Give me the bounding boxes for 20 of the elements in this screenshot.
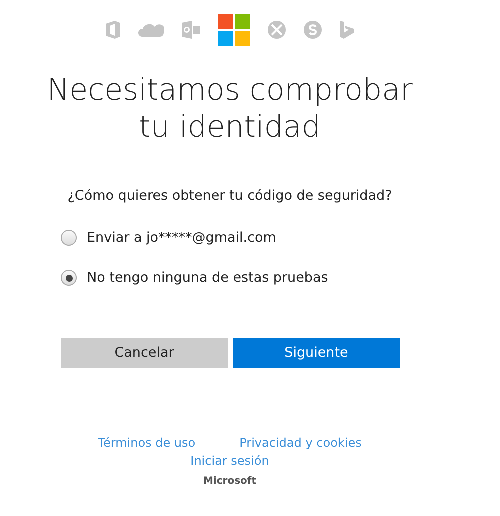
next-button[interactable]: Siguiente — [233, 338, 400, 368]
b-shape-icon — [340, 21, 354, 39]
option-label[interactable]: Enviar a jo*****@gmail.com — [87, 230, 276, 246]
windows-logo-icon — [218, 14, 250, 46]
sign-in-link[interactable]: Iniciar sesión — [190, 454, 270, 468]
s-circle-icon — [304, 21, 322, 39]
mail-icon — [182, 21, 200, 39]
page-title: Necesitamos comprobar — [47, 72, 413, 109]
radio-button[interactable] — [61, 230, 77, 246]
door-icon — [106, 21, 120, 39]
cancel-button[interactable]: Cancelar — [61, 338, 228, 368]
question-text: ¿Cómo quieres obtener tu código de seguridad? — [68, 188, 392, 204]
footer-link[interactable]: Términos de uso — [98, 436, 196, 450]
option-label[interactable]: No tengo ninguna de estas pruebas — [87, 270, 328, 286]
page-title: tu identidad — [138, 109, 322, 146]
circle-x-icon — [268, 21, 286, 39]
radio-button[interactable] — [61, 270, 77, 286]
cloud-icon — [138, 23, 164, 37]
footer-link[interactable]: Privacidad y cookies — [240, 436, 362, 450]
brand-text: Microsoft — [203, 476, 257, 487]
